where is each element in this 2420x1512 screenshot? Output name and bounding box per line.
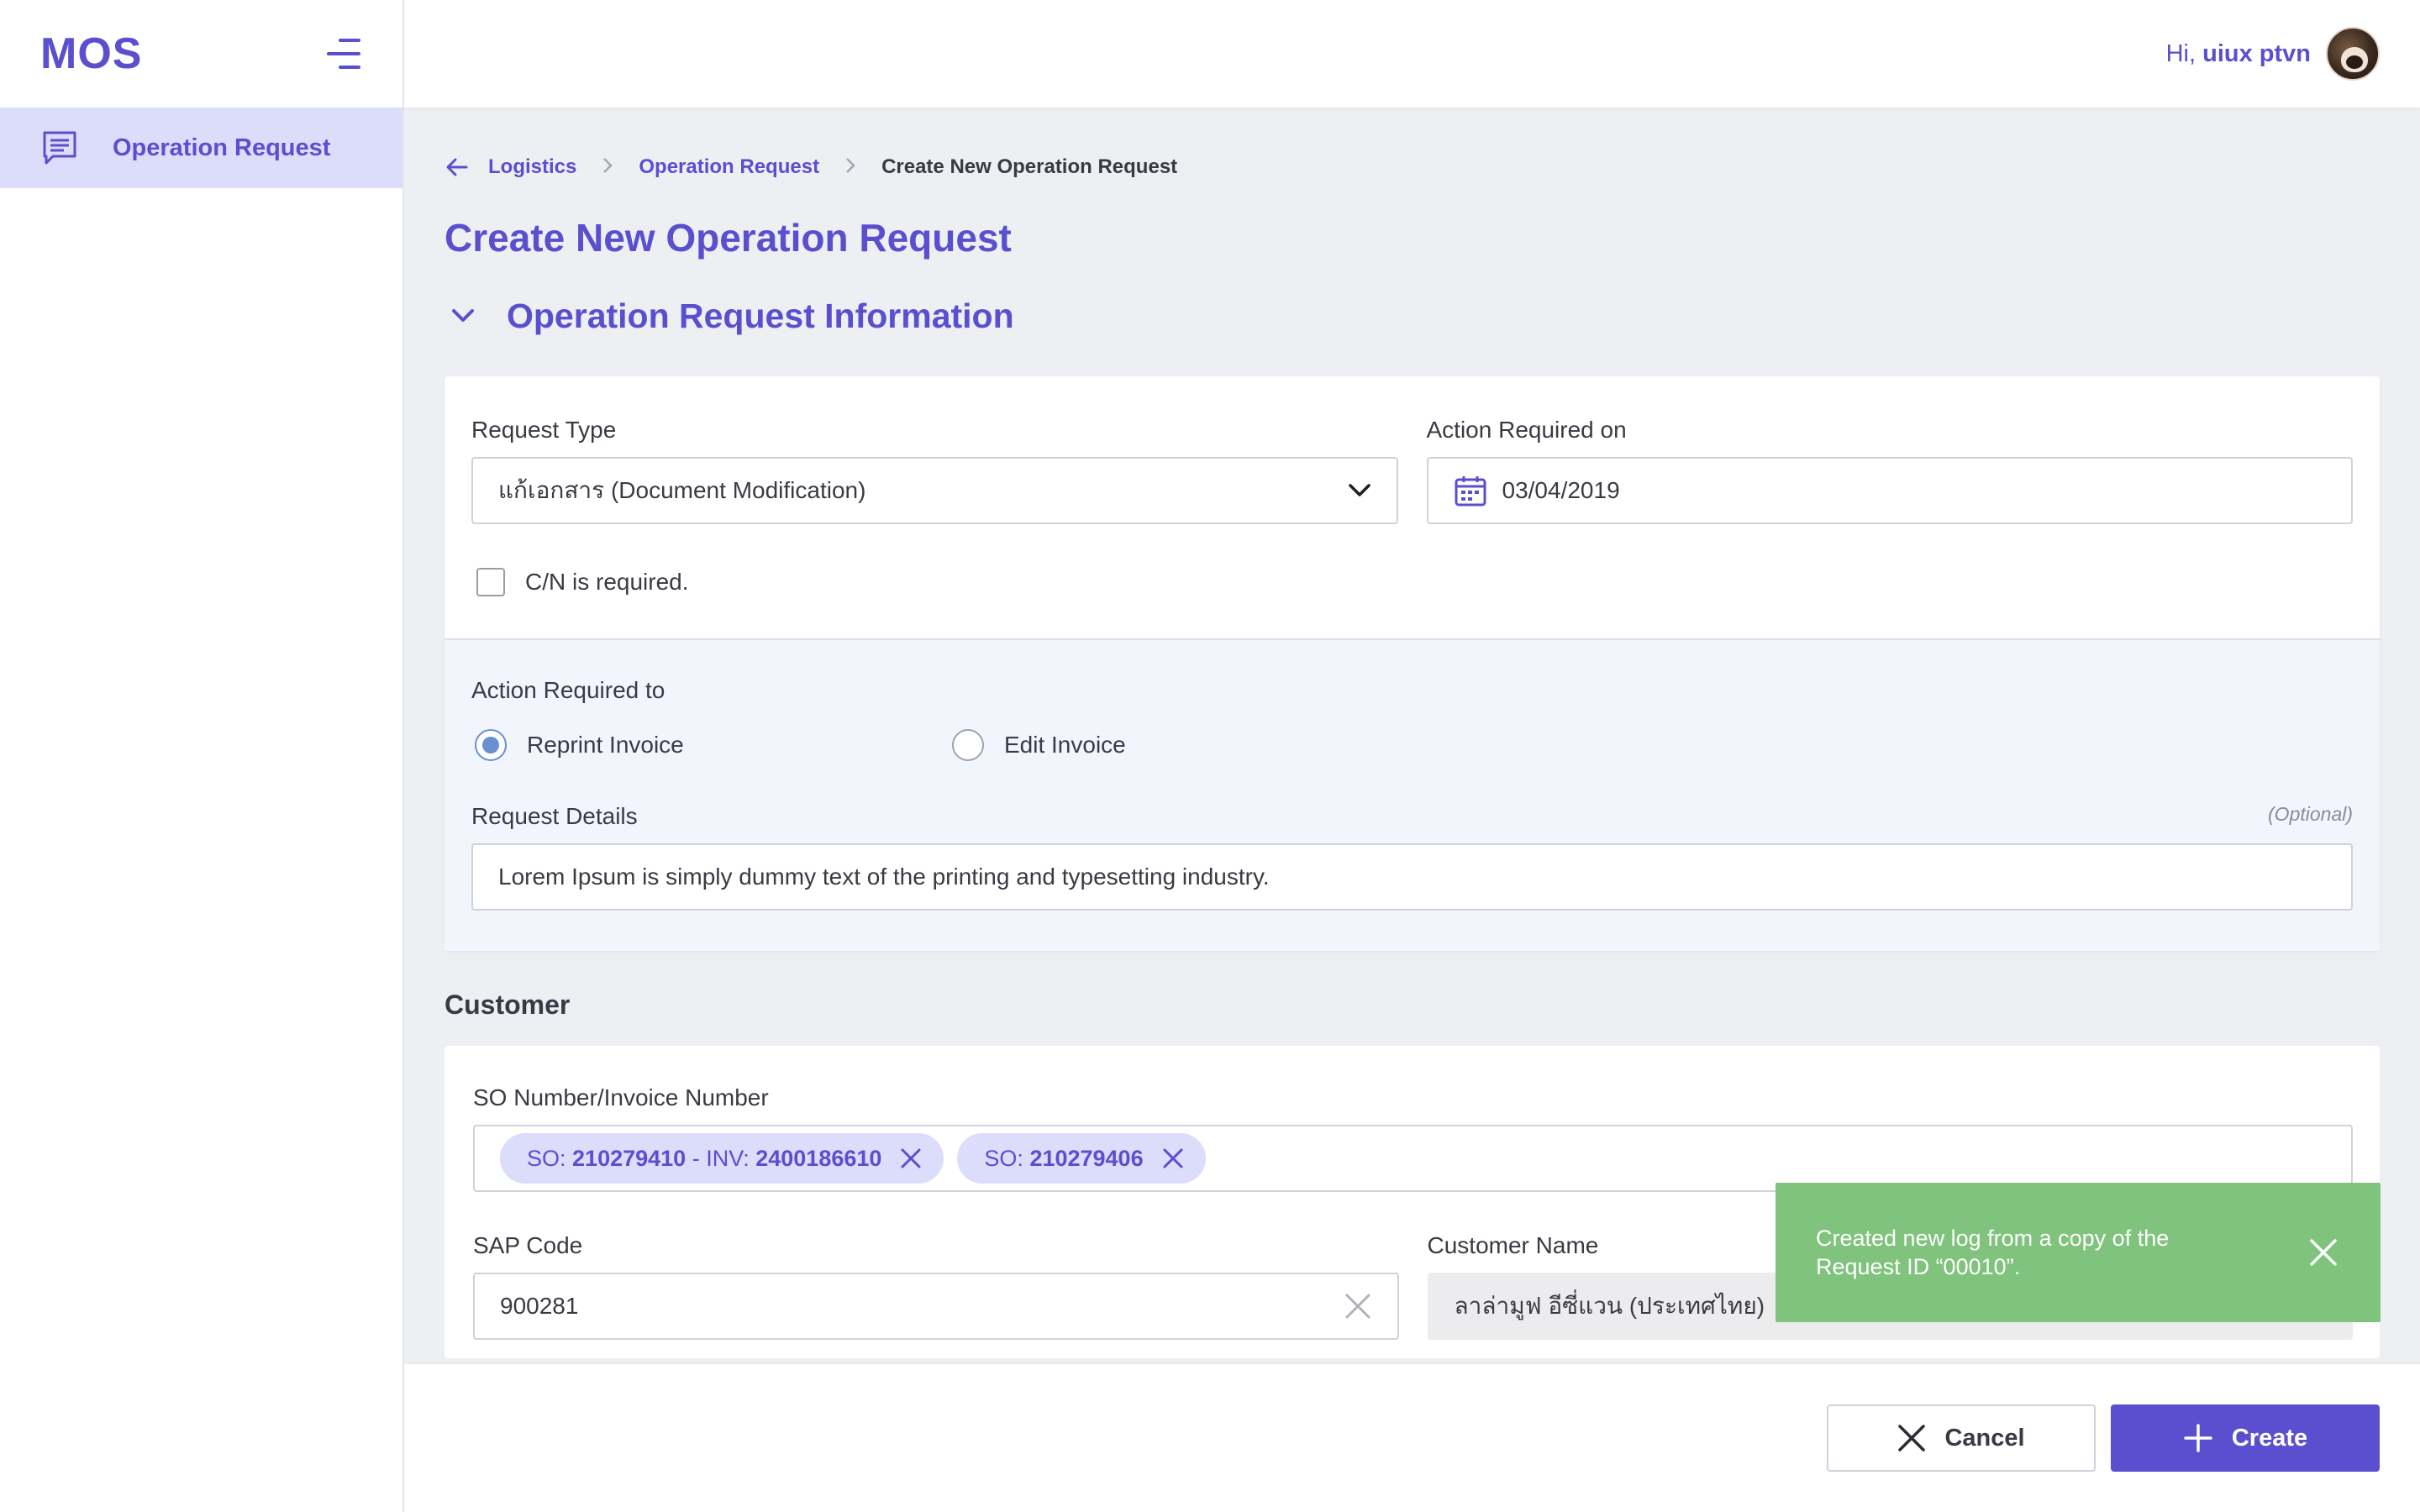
cancel-button[interactable]: Cancel bbox=[1827, 1404, 2096, 1472]
optional-hint: (Optional) bbox=[2268, 803, 2353, 825]
action-required-to-radio-group: Reprint Invoice Edit Invoice bbox=[471, 729, 2353, 761]
so-invoice-chip: SO: 210279410 - INV: 2400186610 bbox=[500, 1133, 944, 1184]
request-type-value: แก้เอกสาร (Document Modification) bbox=[498, 477, 866, 503]
page-title: Create New Operation Request bbox=[445, 216, 1012, 260]
so-invoice-label: SO Number/Invoice Number bbox=[473, 1084, 769, 1110]
app-logo[interactable]: MOS bbox=[40, 29, 142, 79]
chip-remove-icon[interactable] bbox=[1160, 1146, 1186, 1171]
top-header: Hi, uiux ptvn bbox=[404, 0, 2420, 108]
toast-message: Created new log from a copy of the Reque… bbox=[1816, 1226, 2170, 1279]
chevron-down-icon bbox=[445, 297, 481, 334]
sidebar: MOS Operation Request bbox=[0, 0, 404, 1512]
chip-remove-icon[interactable] bbox=[898, 1146, 923, 1171]
cancel-label: Cancel bbox=[1944, 1424, 2025, 1452]
request-details-value: Lorem Ipsum is simply dummy text of the … bbox=[498, 864, 1270, 890]
so-invoice-chip: SO: 210279406 bbox=[957, 1133, 1206, 1184]
sidebar-header: MOS bbox=[0, 0, 402, 108]
breadcrumb-logistics[interactable]: Logistics bbox=[488, 155, 576, 179]
cn-required-checkbox[interactable]: C/N is required. bbox=[471, 568, 2353, 596]
sidebar-item-label: Operation Request bbox=[113, 134, 331, 161]
create-label: Create bbox=[2231, 1424, 2308, 1452]
action-required-to-label: Action Required to bbox=[471, 677, 666, 703]
section-toggle[interactable]: Operation Request Information bbox=[445, 291, 2380, 341]
menu-toggle-icon[interactable] bbox=[324, 39, 360, 69]
avatar[interactable] bbox=[2326, 27, 2380, 81]
user-greeting[interactable]: Hi, uiux ptvn bbox=[2166, 40, 2311, 68]
chevron-right-icon bbox=[602, 155, 613, 181]
radio-label: Reprint Invoice bbox=[527, 732, 684, 758]
clear-icon[interactable] bbox=[1344, 1292, 1372, 1320]
chevron-down-icon bbox=[1348, 477, 1371, 504]
request-details-label: Request Details (Optional) bbox=[471, 803, 2353, 829]
so-invoice-input[interactable]: SO: 210279410 - INV: 2400186610 SO: 2102… bbox=[473, 1125, 2353, 1192]
close-icon bbox=[1897, 1424, 1926, 1452]
sap-code-input[interactable]: 900281 bbox=[473, 1273, 1399, 1340]
customer-section-title: Customer bbox=[445, 990, 571, 1020]
success-toast: Created new log from a copy of the Reque… bbox=[1776, 1183, 2381, 1322]
sap-code-value: 900281 bbox=[500, 1293, 579, 1319]
request-details-input[interactable]: Lorem Ipsum is simply dummy text of the … bbox=[471, 843, 2353, 911]
breadcrumb: Logistics Operation Request Create New O… bbox=[445, 108, 2380, 220]
operation-request-card: Request Type แก้เอกสาร (Document Modific… bbox=[445, 376, 2380, 951]
sap-code-label: SAP Code bbox=[473, 1232, 583, 1258]
message-list-icon bbox=[40, 129, 79, 167]
checkbox-box[interactable] bbox=[476, 568, 505, 596]
chevron-right-icon bbox=[844, 155, 856, 181]
request-type-label: Request Type bbox=[471, 417, 617, 443]
main-content: Logistics Operation Request Create New O… bbox=[404, 108, 2420, 1364]
create-button[interactable]: Create bbox=[2111, 1404, 2380, 1472]
action-required-on-label: Action Required on bbox=[1426, 417, 1627, 443]
radio-reprint-invoice[interactable]: Reprint Invoice bbox=[471, 729, 949, 761]
back-arrow-icon[interactable] bbox=[445, 154, 471, 181]
action-required-on-date-input[interactable]: 03/04/2019 bbox=[1426, 457, 2353, 524]
calendar-icon[interactable] bbox=[1454, 474, 1487, 507]
close-icon[interactable] bbox=[2307, 1236, 2340, 1269]
cn-required-label: C/N is required. bbox=[525, 569, 689, 595]
section-title: Operation Request Information bbox=[507, 296, 1014, 335]
breadcrumb-current: Create New Operation Request bbox=[881, 155, 1178, 178]
radio-label: Edit Invoice bbox=[1004, 732, 1126, 758]
request-type-select[interactable]: แก้เอกสาร (Document Modification) bbox=[471, 457, 1398, 524]
card-bottom: Action Required to Reprint Invoice Edit … bbox=[445, 638, 2380, 951]
sidebar-item-operation-request[interactable]: Operation Request bbox=[0, 108, 402, 188]
radio-button-selected[interactable] bbox=[475, 729, 507, 761]
card-top: Request Type แก้เอกสาร (Document Modific… bbox=[445, 376, 2380, 638]
plus-icon bbox=[2183, 1423, 2213, 1453]
greeting-prefix: Hi, bbox=[2165, 39, 2196, 67]
radio-edit-invoice[interactable]: Edit Invoice bbox=[949, 729, 1426, 761]
breadcrumb-operation-request[interactable]: Operation Request bbox=[639, 155, 819, 179]
action-required-on-value: 03/04/2019 bbox=[1502, 477, 1620, 503]
username: uiux ptvn bbox=[2202, 39, 2311, 67]
radio-button[interactable] bbox=[952, 729, 984, 761]
footer-actions: Cancel Create bbox=[404, 1364, 2420, 1512]
